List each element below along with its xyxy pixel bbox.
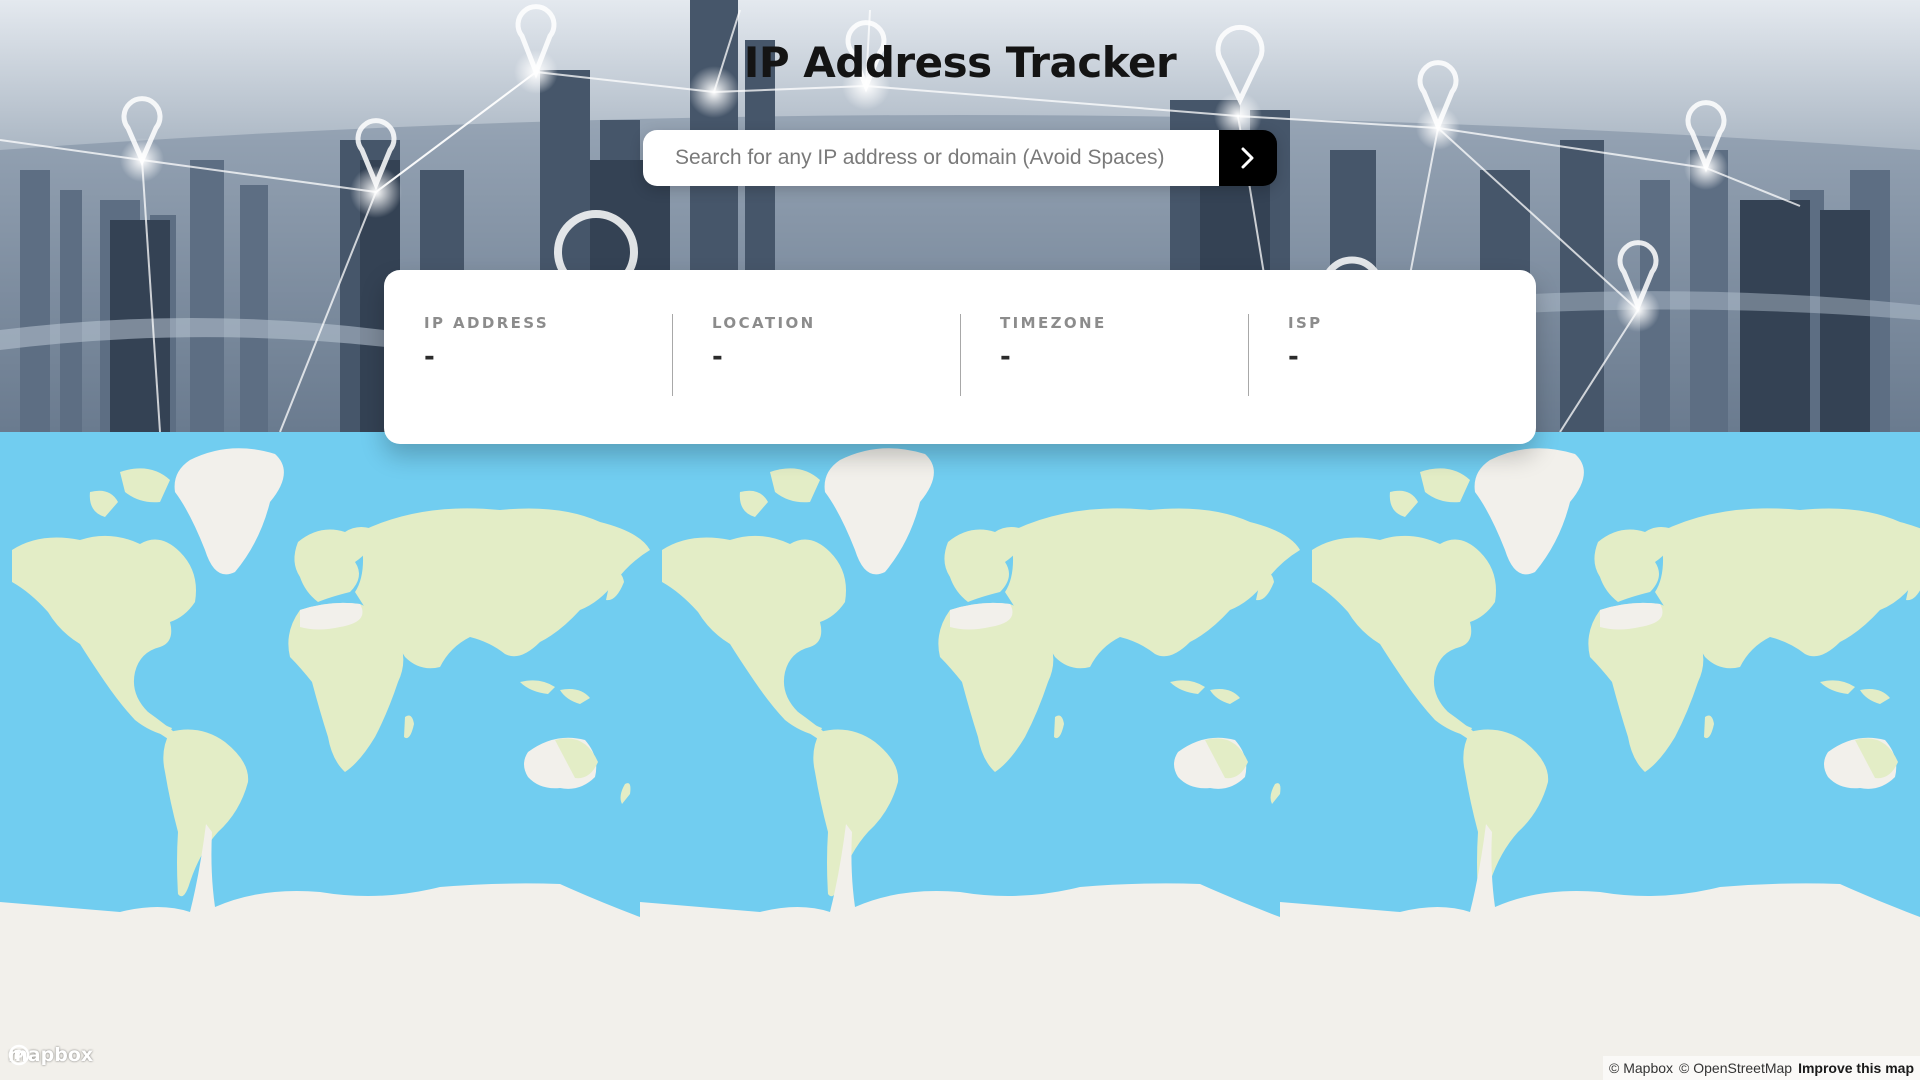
mapbox-logo[interactable]: mapbox [8,1044,93,1066]
isp-label: ISP [1288,314,1323,332]
location-section: LOCATION - [672,314,960,398]
ip-info-card: IP ADDRESS - LOCATION - TIMEZONE - ISP - [384,270,1536,444]
timezone-value: - [1000,342,1011,372]
timezone-label: TIMEZONE [1000,314,1107,332]
map-attribution: © Mapbox © OpenStreetMap Improve this ma… [1603,1056,1920,1080]
search-input[interactable] [643,130,1219,186]
mapbox-attribution-link[interactable]: © Mapbox [1609,1060,1673,1076]
world-map[interactable]: mapbox © Mapbox © OpenStreetMap Improve … [0,432,1920,1080]
location-label: LOCATION [712,314,816,332]
map-canvas[interactable] [0,432,1920,1080]
osm-attribution-link[interactable]: © OpenStreetMap [1679,1060,1792,1076]
improve-map-link[interactable]: Improve this map [1798,1060,1914,1076]
page-title: IP Address Tracker [743,38,1177,87]
chevron-right-icon [1241,147,1254,169]
ip-address-section: IP ADDRESS - [384,314,672,398]
mapbox-logo-icon [8,1044,30,1066]
ip-address-label: IP ADDRESS [424,314,550,332]
timezone-section: TIMEZONE - [960,314,1248,398]
location-value: - [712,342,723,372]
search-submit-button[interactable] [1219,130,1277,186]
isp-value: - [1288,342,1299,372]
search-bar [643,130,1277,186]
ip-address-value: - [424,342,435,372]
isp-section: ISP - [1248,314,1536,398]
